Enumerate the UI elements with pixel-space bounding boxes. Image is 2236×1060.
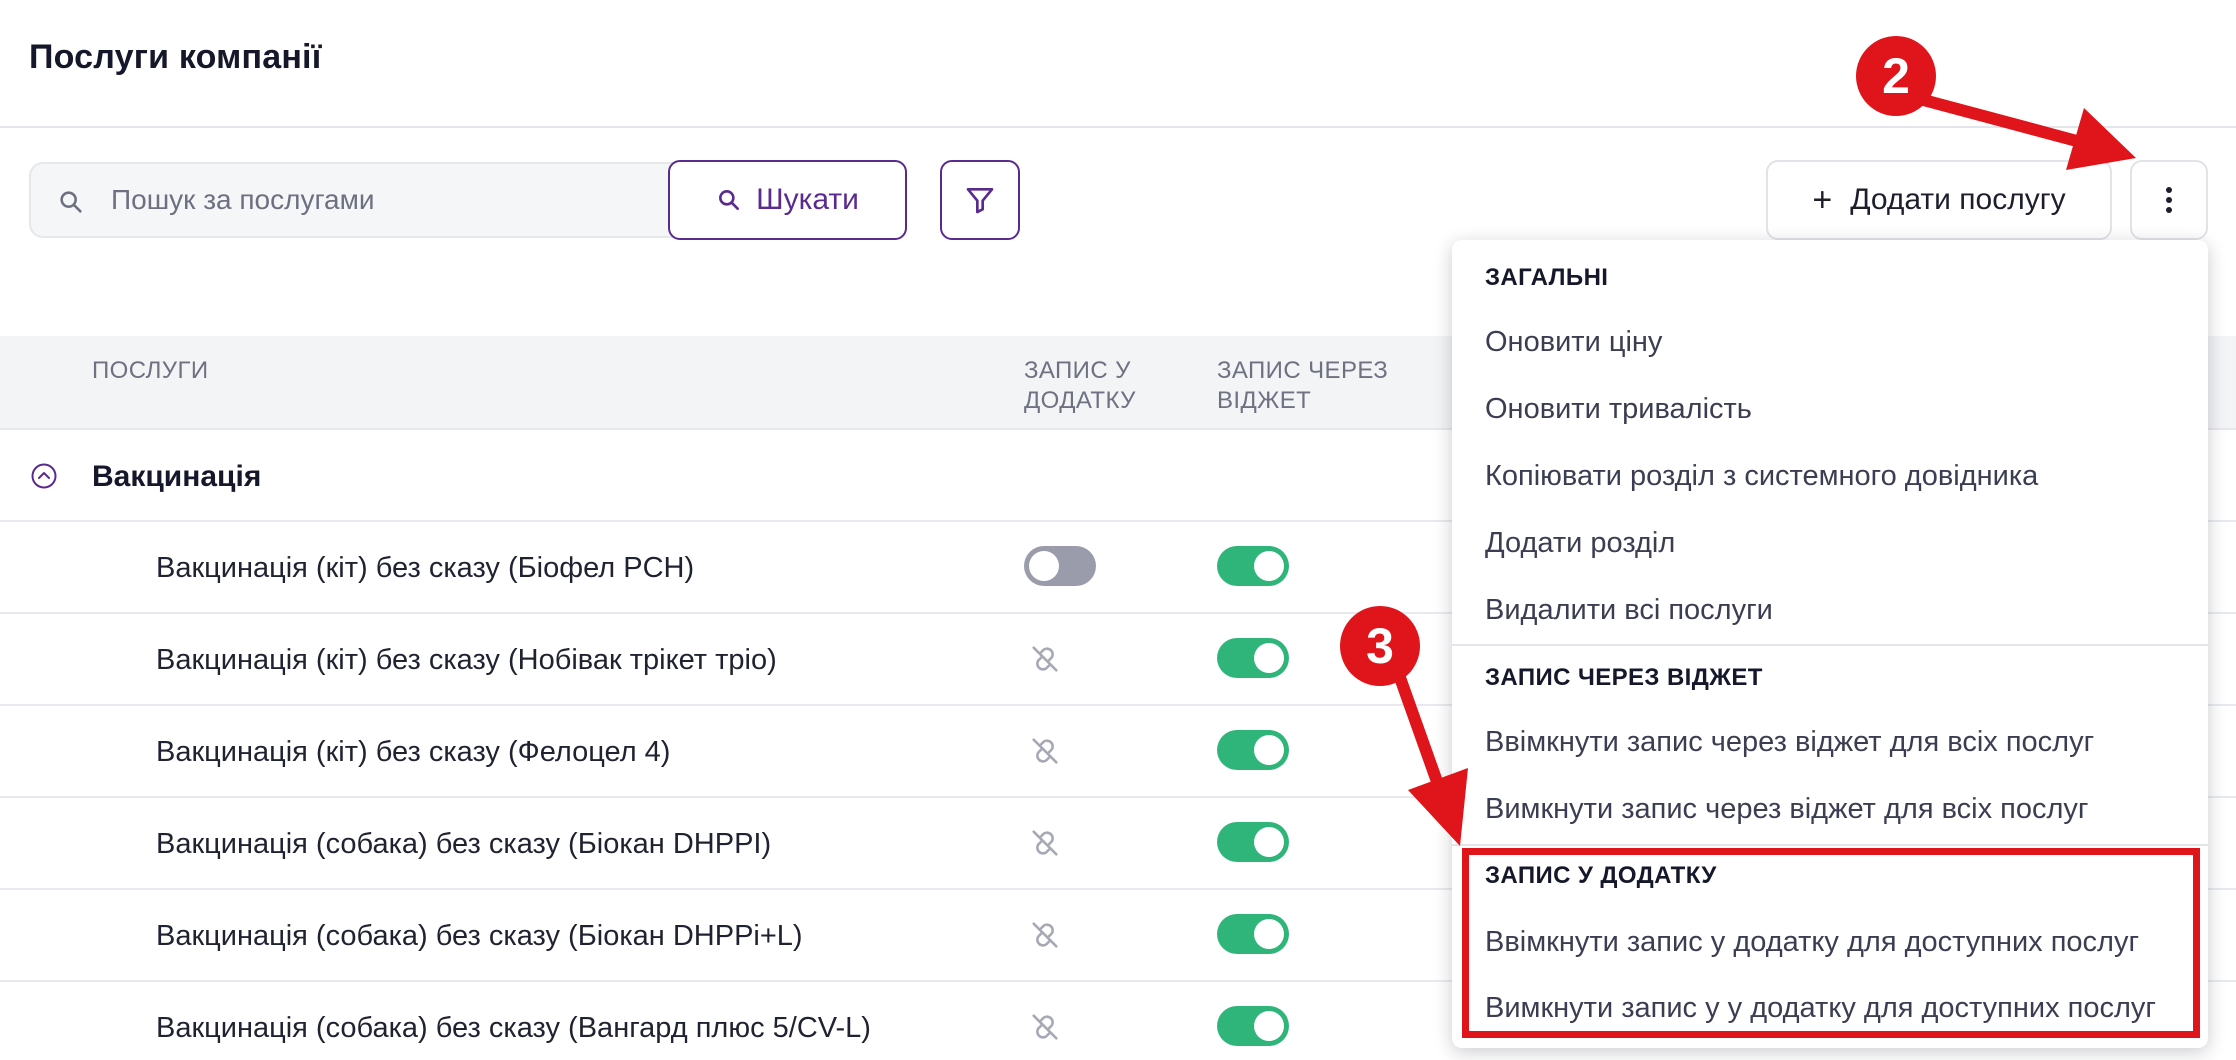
service-name: Вакцинація (кіт) без сказу (Нобівак трік… (156, 644, 777, 676)
add-service-button[interactable]: + Додати послугу (1766, 160, 2112, 240)
column-header-services[interactable]: ПОСЛУГИ (92, 356, 209, 386)
search-button-label: Шукати (756, 183, 859, 216)
filter-button[interactable] (940, 160, 1020, 240)
unlink-icon (1032, 922, 1058, 948)
widget-booking-toggle[interactable] (1217, 1006, 1289, 1046)
service-name: Вакцинація (собака) без сказу (Біокан DH… (156, 828, 772, 860)
menu-item-delete-all-services[interactable]: Видалити всі послуги (1485, 594, 1773, 627)
widget-booking-toggle[interactable] (1217, 730, 1289, 770)
menu-item-add-section[interactable]: Додати розділ (1485, 527, 1675, 560)
menu-item-disable-widget-all[interactable]: Вимкнути запис через віджет для всіх пос… (1485, 793, 2089, 826)
service-name: Вакцинація (собака) без сказу (Біокан DH… (156, 920, 803, 952)
unlink-icon (1032, 830, 1058, 856)
filter-icon (966, 188, 994, 214)
widget-booking-toggle[interactable] (1217, 822, 1289, 862)
column-header-widget-booking[interactable]: ЗАПИС ЧЕРЕЗ ВІДЖЕТ (1217, 356, 1397, 416)
service-name: Вакцинація (собака) без сказу (Вангард п… (156, 1012, 871, 1044)
search-icon (60, 191, 82, 213)
menu-divider (1452, 644, 2208, 646)
more-options-button[interactable] (2130, 160, 2208, 240)
service-name: Вакцинація (кіт) без сказу (Фелоцел 4) (156, 736, 671, 768)
menu-heading-widget-booking: ЗАПИС ЧЕРЕЗ ВІДЖЕТ (1485, 664, 1763, 691)
menu-divider (1452, 844, 2208, 846)
more-vertical-icon (2166, 187, 2172, 213)
menu-item-enable-widget-all[interactable]: Ввімкнути запис через віджет для всіх по… (1485, 726, 2094, 759)
unlink-icon (1032, 1014, 1058, 1040)
menu-item-update-price[interactable]: Оновити ціну (1485, 326, 1662, 359)
widget-booking-toggle[interactable] (1217, 546, 1289, 586)
search-box[interactable] (29, 162, 674, 238)
menu-heading-general: ЗАГАЛЬНІ (1485, 264, 1609, 291)
header-divider (0, 126, 2236, 128)
search-icon (719, 190, 740, 210)
plus-icon: + (1812, 180, 1833, 219)
app-booking-toggle[interactable] (1024, 546, 1096, 586)
annotation-badge-3: 3 (1340, 606, 1420, 686)
menu-item-update-duration[interactable]: Оновити тривалість (1485, 393, 1752, 426)
column-header-app-booking[interactable]: ЗАПИС У ДОДАТКУ (1024, 356, 1164, 416)
widget-booking-toggle[interactable] (1217, 638, 1289, 678)
search-input[interactable] (111, 164, 671, 236)
unlink-icon (1032, 646, 1058, 672)
service-name: Вакцинація (кіт) без сказу (Біофел PCH) (156, 552, 695, 584)
add-service-label: Додати послугу (1850, 183, 2066, 216)
highlight-box (1462, 848, 2200, 1038)
unlink-icon (1032, 738, 1058, 764)
annotation-badge-2: 2 (1856, 36, 1936, 116)
chevron-up-circle-icon[interactable] (30, 462, 58, 490)
widget-booking-toggle[interactable] (1217, 914, 1289, 954)
search-button[interactable]: Шукати (668, 160, 907, 240)
page-title: Послуги компанії (29, 38, 322, 76)
group-name: Вакцинація (92, 460, 262, 493)
menu-item-copy-section[interactable]: Копіювати розділ з системного довідника (1485, 460, 2038, 493)
